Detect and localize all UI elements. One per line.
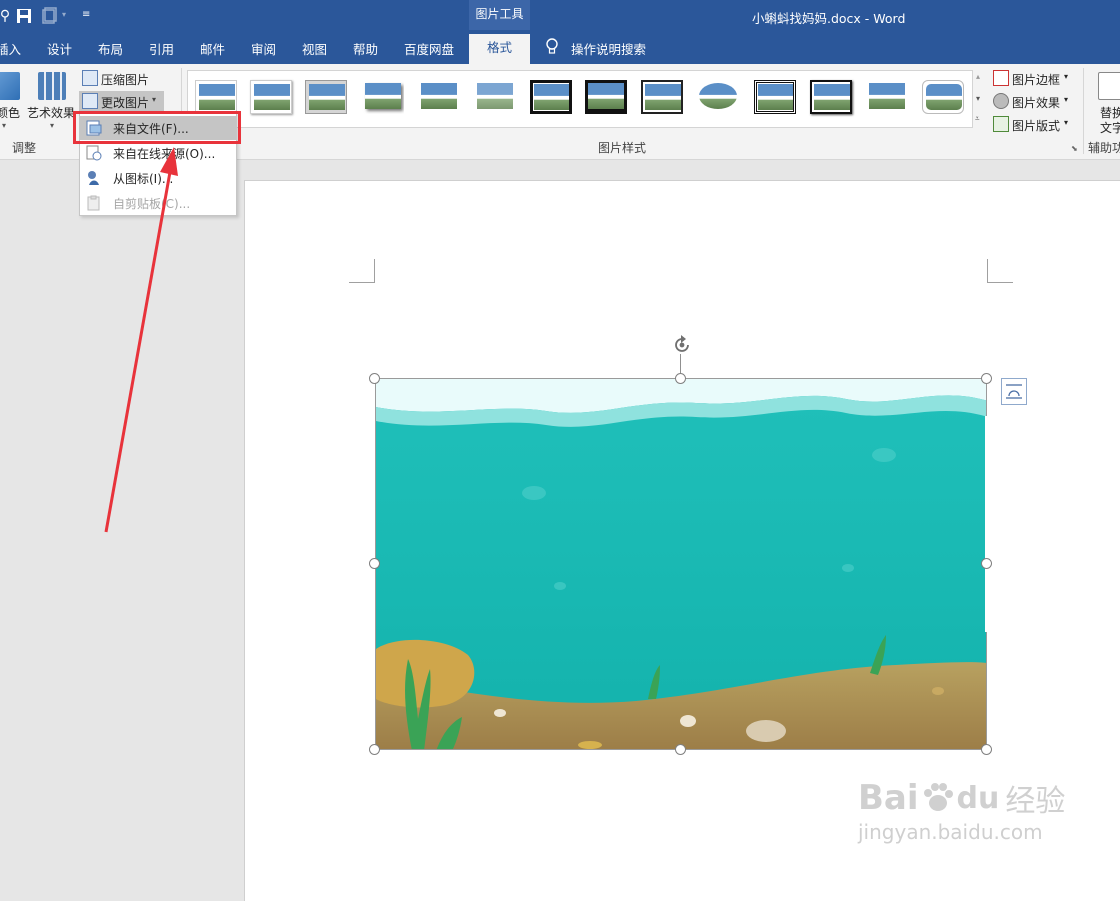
style-thumb-oval[interactable] <box>698 80 740 114</box>
menu-item-label: 从图标(I)... <box>113 172 174 186</box>
gallery-scroll-down-icon[interactable]: ▾ <box>976 94 980 103</box>
style-thumb-drop-shadow[interactable] <box>362 80 404 114</box>
layout-options-button[interactable] <box>1001 378 1027 405</box>
style-thumb-beveled-matte[interactable] <box>250 80 292 114</box>
picture-layout-icon[interactable] <box>993 116 1009 132</box>
tab-review[interactable]: 审阅 <box>251 39 276 58</box>
selected-picture[interactable] <box>375 378 987 750</box>
menu-item-from-online[interactable]: 来自在线来源(O)... <box>80 141 236 165</box>
tab-design[interactable]: 设计 <box>47 39 72 58</box>
paw-icon <box>921 781 955 815</box>
resize-handle-bottom[interactable] <box>675 744 686 755</box>
compress-pictures-label[interactable]: 压缩图片 <box>101 71 149 88</box>
underwater-illustration <box>376 379 986 749</box>
color-dropdown-icon[interactable]: ▾ <box>2 121 6 130</box>
menu-item-from-icons[interactable]: 从图标(I)... <box>80 166 236 190</box>
style-thumb-compound-frame[interactable] <box>754 80 796 114</box>
artistic-dropdown-icon[interactable]: ▾ <box>50 121 54 130</box>
resize-handle-right[interactable] <box>981 558 992 569</box>
style-thumb-soft-edge[interactable] <box>474 80 516 114</box>
tell-me-search[interactable]: 操作说明搜索 <box>571 39 646 58</box>
tab-view[interactable]: 视图 <box>302 39 327 58</box>
resize-handle-left[interactable] <box>369 558 380 569</box>
change-picture-icon <box>82 93 98 109</box>
search-icon[interactable]: ⚲ <box>0 7 14 25</box>
picture-border-dropdown-icon[interactable]: ▾ <box>1064 72 1068 81</box>
picture-layout-label[interactable]: 图片版式 <box>1012 117 1060 134</box>
style-thumb-simple-frame-black[interactable] <box>641 80 683 114</box>
dialog-launcher-icon[interactable]: ⬊ <box>1071 144 1078 153</box>
group-separator <box>1083 68 1084 154</box>
style-thumb-center-shadow[interactable] <box>810 80 852 114</box>
style-thumb-simple-frame-white[interactable] <box>195 80 237 114</box>
gallery-scrollbar[interactable]: ▴ ▾ ⩡ <box>972 70 987 128</box>
gallery-scroll-up-icon[interactable]: ▴ <box>976 72 980 81</box>
artistic-effects-label[interactable]: 艺术效果 <box>27 104 75 121</box>
gallery-more-icon[interactable]: ⩡ <box>975 114 980 124</box>
artistic-effects-icon[interactable] <box>38 72 66 100</box>
tab-insert[interactable]: 插入 <box>0 39 21 58</box>
tab-format[interactable]: 格式 <box>469 34 530 64</box>
margin-corner-marker <box>349 259 375 283</box>
resize-handle-top-left[interactable] <box>369 373 380 384</box>
style-thumb-metal-frame[interactable] <box>305 80 347 114</box>
style-thumb-bevel-perspective[interactable] <box>866 80 908 114</box>
watermark-jingyan: 经验 <box>1005 784 1066 819</box>
lightbulb-icon <box>545 38 559 60</box>
style-thumb-thick-matte-black[interactable] <box>585 80 627 114</box>
picture-styles-group-label: 图片样式 <box>598 141 647 155</box>
picture-layout-dropdown-icon[interactable]: ▾ <box>1064 118 1068 127</box>
layout-options-icon <box>1006 384 1022 399</box>
resize-handle-top[interactable] <box>675 373 686 384</box>
picture-border-label[interactable]: 图片边框 <box>1012 71 1060 88</box>
save-icon[interactable] <box>15 7 33 25</box>
picture-border-icon[interactable] <box>993 70 1009 86</box>
picture-tools-context-label: 图片工具 <box>469 0 530 30</box>
change-picture-dropdown-icon: ▾ <box>152 95 157 104</box>
picture-effects-label[interactable]: 图片效果 <box>1012 94 1060 111</box>
tab-mailings[interactable]: 邮件 <box>200 39 225 58</box>
menu-item-from-clipboard: 自剪贴板(C)... <box>80 191 236 215</box>
watermark-brand-suffix: du <box>956 780 1000 816</box>
rotate-handle-icon[interactable] <box>671 334 693 356</box>
color-icon[interactable] <box>0 72 20 100</box>
customize-qat-icon[interactable]: ≡ <box>82 9 90 20</box>
alt-text-label-line2[interactable]: 文字 <box>1100 119 1120 136</box>
watermark-url: jingyan.baidu.com <box>858 820 1043 844</box>
accessibility-group-label: 辅助功 <box>1088 141 1120 155</box>
online-picture-icon <box>86 145 102 161</box>
resize-handle-bottom-right[interactable] <box>981 744 992 755</box>
margin-corner-marker <box>987 259 1013 283</box>
style-thumb-reflected[interactable] <box>418 80 460 114</box>
change-picture-label: 更改图片 <box>101 96 150 110</box>
undo-dropdown-icon[interactable]: ▾ <box>62 10 66 19</box>
style-thumb-rounded[interactable] <box>922 80 964 114</box>
clipboard-icon <box>86 195 102 211</box>
style-thumb-double-frame-black[interactable] <box>530 80 572 114</box>
resize-handle-bottom-left[interactable] <box>369 744 380 755</box>
annotation-highlight-box <box>73 111 241 144</box>
document-title: 小蝌蚪找妈妈.docx - Word <box>752 11 906 26</box>
undo-icon[interactable] <box>40 7 58 25</box>
alt-text-icon[interactable] <box>1098 72 1120 100</box>
tab-layout[interactable]: 布局 <box>98 39 123 58</box>
title-bar <box>0 0 1120 34</box>
color-button-label[interactable]: 颜色 <box>0 104 20 121</box>
adjust-group-label: 调整 <box>12 141 37 155</box>
menu-item-label: 自剪贴板(C)... <box>113 197 191 211</box>
tab-help[interactable]: 帮助 <box>353 39 378 58</box>
picture-effects-dropdown-icon[interactable]: ▾ <box>1064 95 1068 104</box>
baidu-watermark: Bai du 经验 jingyan.baidu.com <box>858 776 1065 844</box>
picture-effects-icon[interactable] <box>993 93 1009 109</box>
tab-baidu-netdisk[interactable]: 百度网盘 <box>404 39 454 58</box>
image-edge-highlight <box>985 416 987 632</box>
menu-item-label: 来自在线来源(O)... <box>113 147 216 161</box>
tab-references[interactable]: 引用 <box>149 39 174 58</box>
compress-pictures-icon[interactable] <box>82 70 98 86</box>
watermark-brand: Bai <box>858 778 919 818</box>
resize-handle-top-right[interactable] <box>981 373 992 384</box>
icons-icon <box>86 170 102 186</box>
